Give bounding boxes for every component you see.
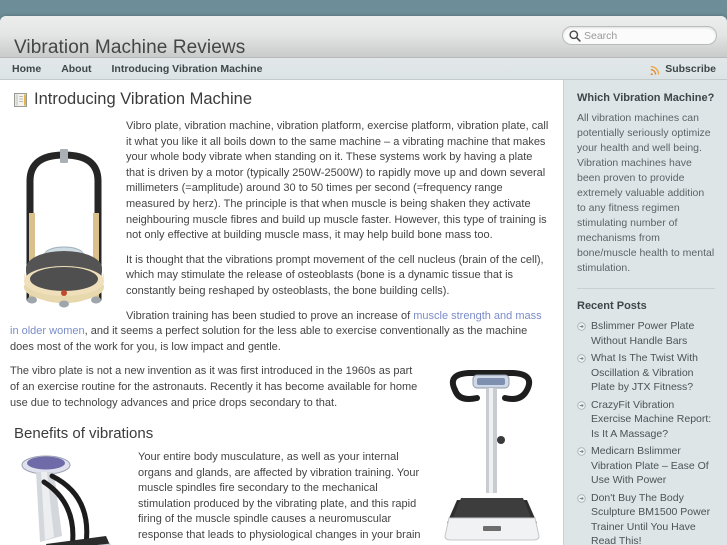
sidebar-divider [577,288,715,289]
search-input[interactable] [584,28,710,43]
browser-page: Vibration Machine Reviews Home About Int… [0,0,727,545]
site-title[interactable]: Vibration Machine Reviews [14,37,245,59]
page-title: Introducing Vibration Machine [14,90,551,109]
nav-item-introducing-vibration-machine[interactable]: Introducing Vibration Machine [112,63,263,75]
recent-posts-list: Bslimmer Power Plate Without Handle Bars… [577,319,715,545]
main-content: Introducing Vibration Machine Vibro plat… [0,80,563,545]
arrow-bullet-icon [577,354,586,363]
paragraph-3-lead: Vibration training has been studied to p… [126,309,414,322]
arrow-bullet-icon [577,447,586,456]
widget-title: Which Vibration Machine? [577,92,715,104]
list-item[interactable]: What Is The Twist With Oscillation & Vib… [577,351,715,395]
page-title-text: Introducing Vibration Machine [34,90,252,108]
list-item-label: What Is The Twist With Oscillation & Vib… [591,352,698,393]
site-container: Vibration Machine Reviews Home About Int… [0,16,727,545]
nav-items: Home About Introducing Vibration Machine [12,58,282,80]
page-document-icon [14,92,27,107]
primary-navigation: Home About Introducing Vibration Machine… [0,58,727,80]
subscribe-label: Subscribe [665,63,716,75]
list-item-label: Don't Buy The Body Sculpture BM1500 Powe… [591,491,711,545]
figure-round-vibration-plate [24,149,104,308]
content-columns: Introducing Vibration Machine Vibro plat… [0,80,727,545]
sidebar: Which Vibration Machine? All vibration m… [563,80,727,545]
paragraph-3-tail: , and it seems a perfect solution for th… [10,325,528,353]
nav-item-home[interactable]: Home [12,63,41,75]
widget-which-vibration-machine: Which Vibration Machine? All vibration m… [577,92,715,276]
list-item-label: Medicarn Bslimmer Vibration Plate – Ease… [591,445,709,486]
list-item[interactable]: CrazyFit Vibration Exercise Machine Repo… [577,398,715,442]
list-item[interactable]: Don't Buy The Body Sculpture BM1500 Powe… [577,491,715,545]
nav-item-about[interactable]: About [61,63,91,75]
widget-body-text: All vibration machines can potentially s… [577,112,715,274]
list-item[interactable]: Bslimmer Power Plate Without Handle Bars [577,319,715,348]
figure-tall-pole-vibration-machine [444,370,540,541]
search-box[interactable] [562,26,717,45]
subscribe-link[interactable]: Subscribe [650,58,716,80]
site-header: Vibration Machine Reviews [0,16,727,58]
arrow-bullet-icon [577,400,586,410]
search-icon [569,29,581,42]
list-item-label: Bslimmer Power Plate Without Handle Bars [591,320,695,347]
list-item-label: CrazyFit Vibration Exercise Machine Repo… [591,398,712,440]
rss-icon [650,65,660,75]
widget-recent-posts: Recent Posts Bslimmer Power Plate Withou… [577,300,715,545]
arrow-bullet-icon [577,322,586,331]
figure-silver-curved-handle-machine [21,455,111,545]
arrow-bullet-icon [577,493,586,503]
list-item[interactable]: Medicarn Bslimmer Vibration Plate – Ease… [577,444,715,488]
widget-title: Recent Posts [577,300,647,312]
